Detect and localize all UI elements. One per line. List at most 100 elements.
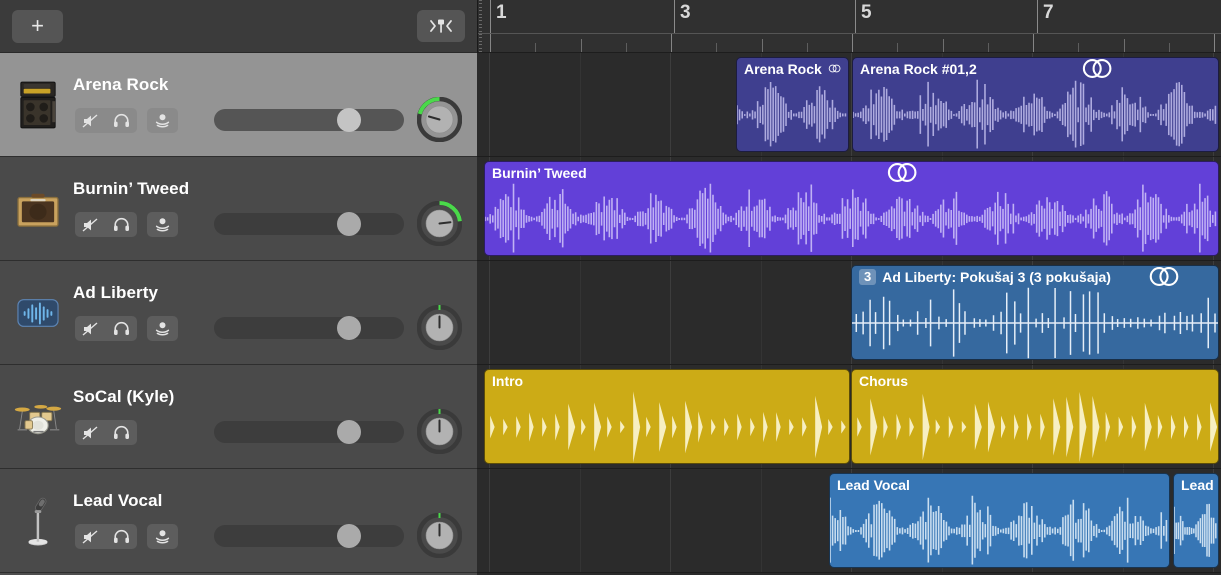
track-record-enable-button-3[interactable] — [147, 316, 178, 341]
track-solo-button-4[interactable] — [106, 420, 137, 445]
track-pan-knob-3[interactable] — [417, 305, 462, 350]
stereo-loop-icon — [593, 162, 1211, 183]
track-solo-button-2[interactable] — [106, 212, 137, 237]
lane-gridline — [761, 261, 762, 364]
drum-kit-icon — [12, 389, 64, 445]
track-volume-slider-4[interactable] — [214, 421, 404, 443]
region-label-5: Intro — [485, 370, 849, 391]
region-8[interactable]: Lead — [1173, 473, 1219, 568]
region-1[interactable]: Arena Rock — [736, 57, 849, 152]
track-volume-thumb-1[interactable] — [337, 108, 361, 132]
ruler-bar-line — [490, 0, 491, 33]
pan-knob-4[interactable] — [417, 409, 462, 454]
region-4[interactable]: 3Ad Liberty: Pokušaj 3 (3 pokušaja) — [851, 265, 1219, 360]
region-waveform-7 — [830, 495, 1169, 567]
track-lane-2[interactable]: Burnin’ Tweed — [477, 157, 1221, 261]
ruler-divider — [478, 33, 1221, 34]
add-track-button[interactable]: + — [12, 10, 63, 43]
track-record-enable-button-1[interactable] — [147, 108, 178, 133]
garageband-window: + Arena Rock — [0, 0, 1221, 575]
track-mute-button-1[interactable] — [75, 108, 106, 133]
track-lane-3[interactable]: 3Ad Liberty: Pokušaj 3 (3 pokušaja) — [477, 261, 1221, 365]
pan-knob-1[interactable] — [417, 97, 462, 142]
lane-gridline — [489, 261, 490, 364]
region-title-2: Arena Rock #01,2 — [860, 61, 977, 77]
mute-icon — [82, 530, 99, 544]
ruler-bar-line — [674, 0, 675, 33]
track-mute-button-3[interactable] — [75, 316, 106, 341]
track-record-enable-button-5[interactable] — [147, 524, 178, 549]
track-name-label-1: Arena Rock — [73, 75, 168, 95]
track-volume-thumb-5[interactable] — [337, 524, 361, 548]
region-label-3: Burnin’ Tweed — [485, 162, 1218, 183]
lane-gridline — [670, 261, 671, 364]
track-record-enable-button-2[interactable] — [147, 212, 178, 237]
guitar-amp-stack-icon — [12, 77, 64, 133]
track-header-1[interactable]: Arena Rock — [0, 53, 477, 157]
ruler-tick — [943, 39, 944, 52]
stereo-loop-icon — [828, 58, 841, 79]
track-controls-5 — [75, 524, 178, 549]
track-header-4[interactable]: SoCal (Kyle) — [0, 365, 477, 469]
track-controls-2 — [75, 212, 178, 237]
track-header-2[interactable]: Burnin’ Tweed — [0, 157, 477, 261]
track-pan-knob-5[interactable] — [417, 513, 462, 558]
headphones-icon — [113, 113, 130, 128]
headphones-icon — [113, 529, 130, 544]
track-volume-thumb-4[interactable] — [337, 420, 361, 444]
ruler-tick — [1078, 43, 1079, 52]
region-3[interactable]: Burnin’ Tweed — [484, 161, 1219, 256]
timeline-panel: 1357 Arena Rock Arena Rock #01,2 Burnin’… — [477, 0, 1221, 575]
track-headers-panel: + Arena Rock — [0, 0, 477, 575]
track-volume-slider-3[interactable] — [214, 317, 404, 339]
mute-icon — [82, 322, 99, 336]
track-solo-button-5[interactable] — [106, 524, 137, 549]
region-waveform-3 — [485, 183, 1218, 255]
region-waveform-2 — [853, 79, 1218, 151]
ruler-tick — [988, 43, 989, 52]
pan-knob-3[interactable] — [417, 305, 462, 350]
track-lane-5[interactable]: Lead Vocal Lead — [477, 469, 1221, 573]
region-label-7: Lead Vocal — [830, 474, 1169, 495]
pan-knob-2[interactable] — [417, 201, 462, 246]
track-pan-knob-1[interactable] — [417, 97, 462, 142]
timeline-ruler[interactable]: 1357 — [477, 0, 1221, 53]
tweed-combo-amp-icon — [12, 181, 64, 237]
headphones-icon — [113, 217, 130, 232]
track-solo-button-3[interactable] — [106, 316, 137, 341]
track-volume-thumb-3[interactable] — [337, 316, 361, 340]
lane-gridline — [580, 261, 581, 364]
ruler-tick — [490, 34, 491, 52]
lane-gridline — [580, 53, 581, 156]
track-mute-button-2[interactable] — [75, 212, 106, 237]
track-header-3[interactable]: Ad Liberty — [0, 261, 477, 365]
stereo-loop-icon — [1117, 266, 1211, 287]
track-volume-slider-2[interactable] — [214, 213, 404, 235]
microphone-stand-icon — [12, 493, 64, 549]
region-2[interactable]: Arena Rock #01,2 — [852, 57, 1219, 152]
ruler-bar-number-7: 7 — [1043, 2, 1054, 24]
ruler-tick — [897, 43, 898, 52]
track-pan-knob-4[interactable] — [417, 409, 462, 454]
ruler-tick — [852, 34, 853, 52]
region-7[interactable]: Lead Vocal — [829, 473, 1170, 568]
record-enable-icon — [154, 217, 171, 232]
track-volume-slider-1[interactable] — [214, 109, 404, 131]
track-mute-button-4[interactable] — [75, 420, 106, 445]
track-lane-4[interactable]: Intro Chorus — [477, 365, 1221, 469]
audio-waveform-icon — [12, 285, 64, 341]
track-pan-knob-2[interactable] — [417, 201, 462, 246]
track-volume-thumb-2[interactable] — [337, 212, 361, 236]
region-title-1: Arena Rock — [744, 61, 822, 77]
track-lane-1[interactable]: Arena Rock Arena Rock #01,2 — [477, 53, 1221, 157]
track-mute-button-5[interactable] — [75, 524, 106, 549]
track-name-label-5: Lead Vocal — [73, 491, 163, 511]
region-5[interactable]: Intro — [484, 369, 850, 464]
pan-knob-5[interactable] — [417, 513, 462, 558]
track-volume-slider-5[interactable] — [214, 525, 404, 547]
track-header-configuration-button[interactable] — [417, 10, 465, 42]
region-6[interactable]: Chorus — [851, 369, 1219, 464]
region-title-3: Burnin’ Tweed — [492, 165, 587, 181]
track-solo-button-1[interactable] — [106, 108, 137, 133]
track-header-5[interactable]: Lead Vocal — [0, 469, 477, 573]
